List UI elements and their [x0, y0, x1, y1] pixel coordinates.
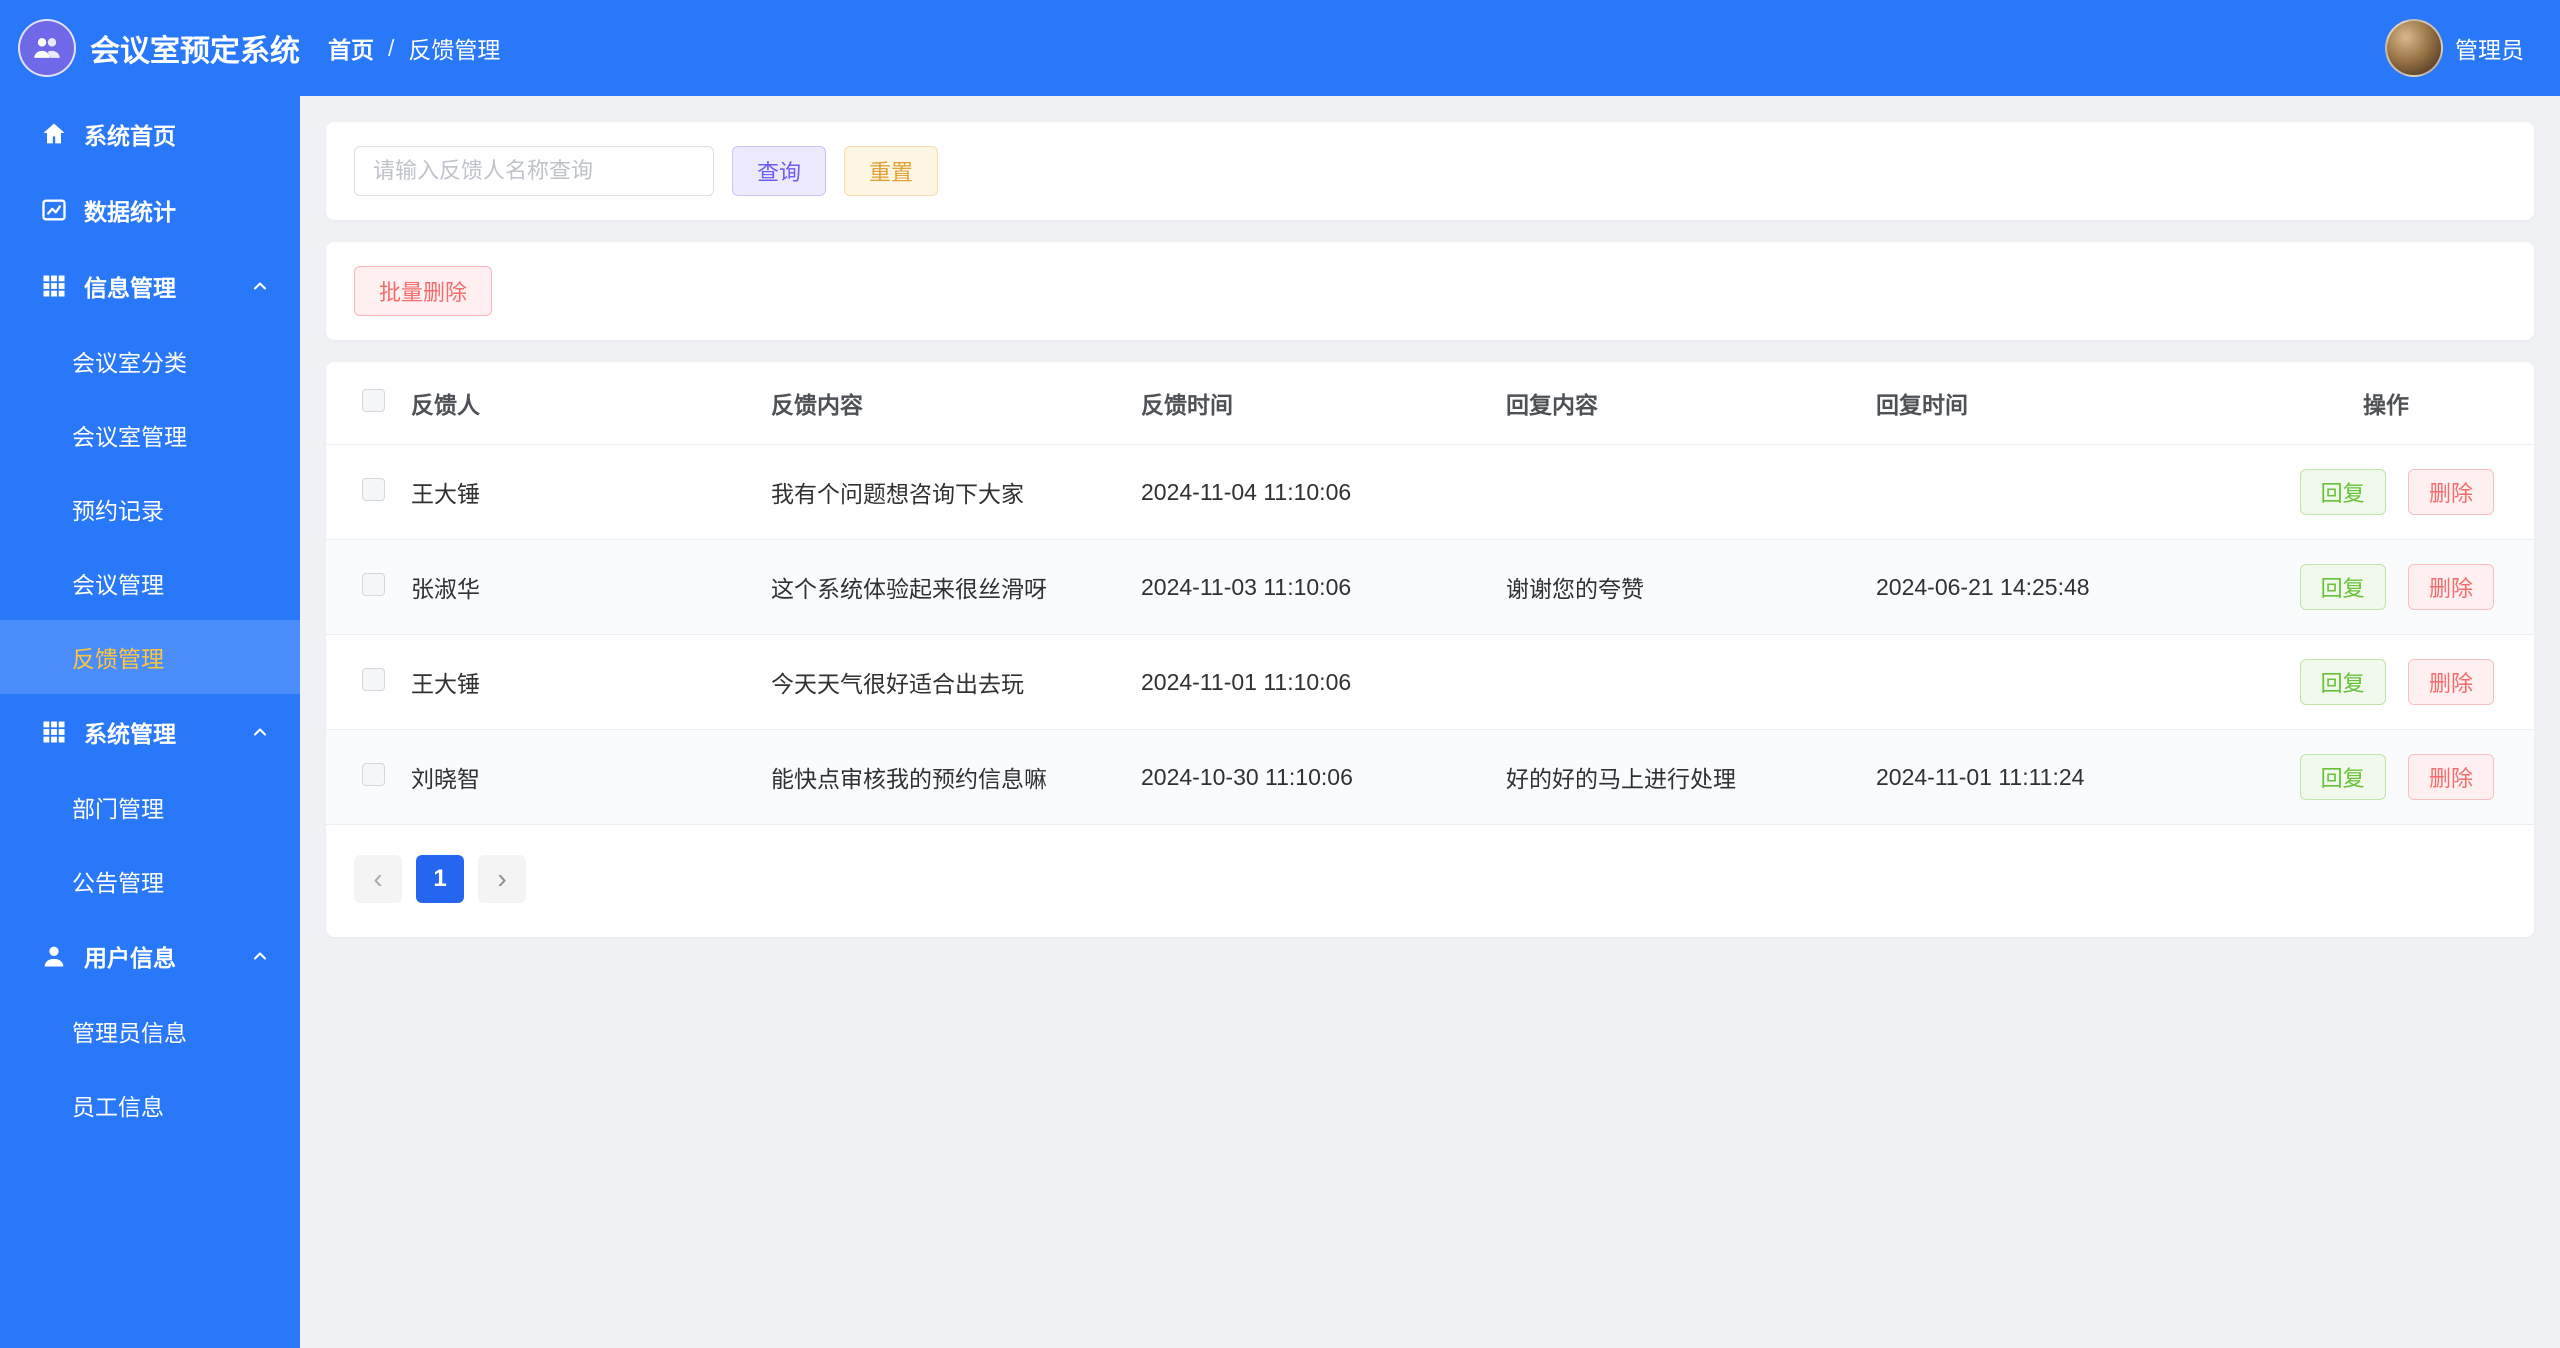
cell-feedback-content: 这个系统体验起来很丝滑呀 — [761, 539, 1131, 635]
cell-feedback-content: 能快点审核我的预约信息嘛 — [761, 729, 1131, 825]
chevron-up-icon — [250, 722, 270, 742]
feedback-table: 反馈人 反馈内容 反馈时间 回复内容 回复时间 操作 王大锤 我有个问题想咨询下… — [326, 362, 2534, 825]
reply-button[interactable]: 回复 — [2299, 564, 2386, 610]
batch-toolbar: 批量删除 — [326, 242, 2534, 340]
col-header-feedback-content: 反馈内容 — [761, 362, 1131, 445]
logo-area: 会议室预定系统 — [0, 19, 300, 77]
row-checkbox[interactable] — [362, 667, 385, 691]
sidebar-item-home[interactable]: 系统首页 — [0, 96, 300, 172]
cell-feedback-time: 2024-11-01 11:10:06 — [1131, 634, 1496, 730]
col-header-feedback-user: 反馈人 — [401, 362, 761, 445]
cell-feedback-time: 2024-11-04 11:10:06 — [1131, 444, 1496, 540]
sidebar-item-label: 系统首页 — [84, 123, 176, 149]
sidebar-item-announcement-manage[interactable]: 公告管理 — [0, 844, 300, 918]
chart-icon — [40, 196, 68, 224]
query-button[interactable]: 查询 — [732, 146, 827, 196]
user-avatar[interactable] — [2385, 19, 2443, 77]
col-header-actions: 操作 — [2261, 362, 2534, 445]
table-row: 刘晓智 能快点审核我的预约信息嘛 2024-10-30 11:10:06 好的好… — [326, 729, 2534, 825]
cell-feedback-user: 王大锤 — [401, 634, 761, 730]
cell-reply-time — [1866, 634, 2261, 730]
sidebar-item-room-category[interactable]: 会议室分类 — [0, 324, 300, 398]
sidebar-item-department-manage[interactable]: 部门管理 — [0, 770, 300, 844]
breadcrumb-home[interactable]: 首页 — [328, 31, 374, 65]
sidebar-item-room-manage[interactable]: 会议室管理 — [0, 398, 300, 472]
cell-feedback-user: 王大锤 — [401, 444, 761, 540]
row-checkbox[interactable] — [362, 762, 385, 786]
cell-feedback-time: 2024-11-03 11:10:06 — [1131, 539, 1496, 635]
cell-feedback-content: 今天天气很好适合出去玩 — [761, 634, 1131, 730]
cell-reply-time — [1866, 444, 2261, 540]
reset-button[interactable]: 重置 — [844, 146, 939, 196]
delete-button[interactable]: 删除 — [2407, 754, 2494, 800]
sidebar-item-employee-info[interactable]: 员工信息 — [0, 1068, 300, 1142]
sidebar-item-feedback-manage[interactable]: 反馈管理 — [0, 620, 300, 694]
pagination: ‹ 1 › — [326, 825, 2534, 917]
cell-reply-content — [1496, 444, 1866, 540]
batch-delete-button[interactable]: 批量删除 — [354, 266, 493, 316]
cell-reply-time: 2024-11-01 11:11:24 — [1866, 729, 2261, 825]
feedback-table-card: 反馈人 反馈内容 反馈时间 回复内容 回复时间 操作 王大锤 我有个问题想咨询下… — [326, 362, 2534, 937]
cell-feedback-time: 2024-10-30 11:10:06 — [1131, 729, 1496, 825]
app-title: 会议室预定系统 — [90, 35, 300, 68]
sidebar-group-system[interactable]: 系统管理 — [0, 694, 300, 770]
reply-button[interactable]: 回复 — [2299, 659, 2386, 705]
sidebar-item-stats[interactable]: 数据统计 — [0, 172, 300, 248]
reply-button[interactable]: 回复 — [2299, 469, 2386, 515]
col-header-reply-content: 回复内容 — [1496, 362, 1866, 445]
delete-button[interactable]: 删除 — [2407, 469, 2494, 515]
cell-feedback-content: 我有个问题想咨询下大家 — [761, 444, 1131, 540]
sidebar-item-booking-records[interactable]: 预约记录 — [0, 472, 300, 546]
breadcrumb-separator: / — [388, 34, 395, 61]
breadcrumb: 首页 / 反馈管理 — [328, 31, 500, 65]
sidebar-item-admin-info[interactable]: 管理员信息 — [0, 994, 300, 1068]
select-all-checkbox[interactable] — [362, 388, 385, 412]
table-row: 王大锤 我有个问题想咨询下大家 2024-11-04 11:10:06 回复 删… — [326, 444, 2534, 540]
grid-icon — [40, 718, 68, 746]
col-header-reply-time: 回复时间 — [1866, 362, 2261, 445]
pagination-prev-icon[interactable]: ‹ — [354, 855, 402, 903]
user-name: 管理员 — [2455, 37, 2524, 63]
delete-button[interactable]: 删除 — [2407, 659, 2494, 705]
sidebar-group-label: 用户信息 — [84, 945, 176, 971]
cell-feedback-user: 张淑华 — [401, 539, 761, 635]
cell-reply-content: 好的好的马上进行处理 — [1496, 729, 1866, 825]
table-header-row: 反馈人 反馈内容 反馈时间 回复内容 回复时间 操作 — [326, 362, 2534, 445]
app-logo-icon — [18, 19, 76, 77]
topbar: 会议室预定系统 首页 / 反馈管理 管理员 — [0, 0, 2560, 96]
user-area[interactable]: 管理员 — [2385, 19, 2560, 77]
delete-button[interactable]: 删除 — [2407, 564, 2494, 610]
sidebar: 系统首页 数据统计 信息管理 会议室分类 会议室管理 预约记录 会议管理 反馈管… — [0, 96, 300, 1348]
reply-button[interactable]: 回复 — [2299, 754, 2386, 800]
user-icon — [40, 942, 68, 970]
chevron-up-icon — [250, 276, 270, 296]
cell-reply-time: 2024-06-21 14:25:48 — [1866, 539, 2261, 635]
chevron-up-icon — [250, 946, 270, 966]
grid-icon — [40, 272, 68, 300]
table-row: 张淑华 这个系统体验起来很丝滑呀 2024-11-03 11:10:06 谢谢您… — [326, 539, 2534, 635]
cell-reply-content — [1496, 634, 1866, 730]
search-toolbar: 查询 重置 — [326, 122, 2534, 220]
cell-reply-content: 谢谢您的夸赞 — [1496, 539, 1866, 635]
sidebar-group-info[interactable]: 信息管理 — [0, 248, 300, 324]
row-checkbox[interactable] — [362, 572, 385, 596]
row-checkbox[interactable] — [362, 477, 385, 501]
cell-feedback-user: 刘晓智 — [401, 729, 761, 825]
search-input[interactable] — [354, 146, 714, 196]
sidebar-item-meeting-manage[interactable]: 会议管理 — [0, 546, 300, 620]
breadcrumb-current: 反馈管理 — [408, 37, 501, 63]
sidebar-group-label: 信息管理 — [84, 275, 176, 301]
sidebar-group-label: 系统管理 — [84, 721, 176, 747]
pagination-next-icon[interactable]: › — [478, 855, 526, 903]
sidebar-group-users[interactable]: 用户信息 — [0, 918, 300, 994]
sidebar-item-label: 数据统计 — [84, 199, 176, 225]
main-content: 查询 重置 批量删除 反馈人 反馈内容 反馈时间 回复内容 回复时间 操作 — [300, 96, 2560, 963]
pagination-page-1[interactable]: 1 — [416, 855, 464, 903]
col-header-feedback-time: 反馈时间 — [1131, 362, 1496, 445]
table-row: 王大锤 今天天气很好适合出去玩 2024-11-01 11:10:06 回复 删… — [326, 634, 2534, 730]
home-icon — [40, 120, 68, 148]
